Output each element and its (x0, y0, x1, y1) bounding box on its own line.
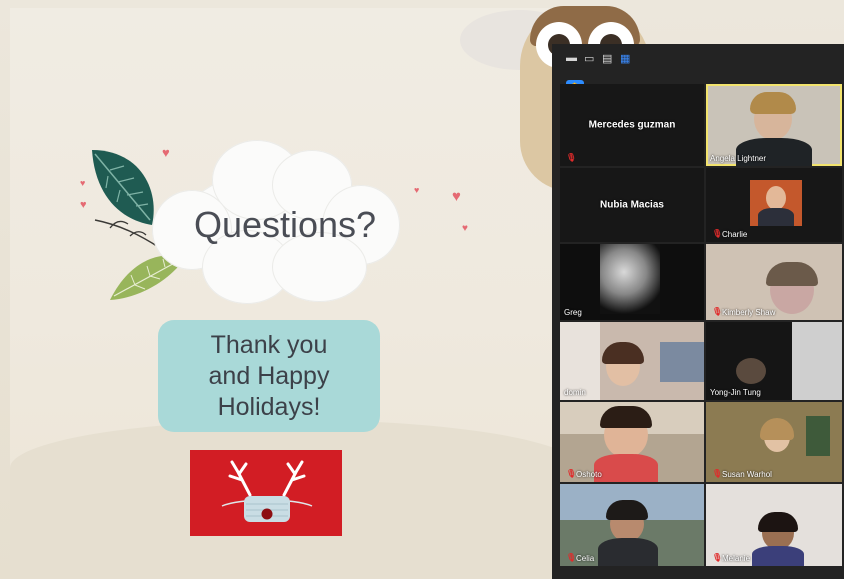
participant-name: domin (564, 388, 586, 397)
participant-name: Melanie (722, 554, 751, 563)
muted-mic-icon: 🎙 (566, 469, 577, 478)
reindeer-mask-icon (221, 460, 313, 522)
questions-heading: Questions? (193, 204, 377, 245)
muted-mic-icon: 🎙 (566, 553, 577, 562)
heart-icon: ♥ (462, 223, 468, 234)
participant-tile[interactable]: 🎙 Susan Warhol (706, 402, 842, 482)
participant-tile[interactable]: Nubia Macias (560, 168, 704, 242)
participant-tile[interactable]: 🎙 Oshoto (560, 402, 704, 482)
muted-mic-icon: 🎙 (566, 153, 577, 162)
participant-name: Charlie (722, 230, 748, 239)
muted-mic-icon: 🎙 (712, 469, 723, 478)
thanks-line: Holidays! (217, 392, 321, 421)
participant-tile[interactable]: domin (560, 322, 704, 400)
participant-tile[interactable]: 🎙 Melanie (706, 484, 842, 566)
participant-name: Kimberly Shaw (722, 308, 776, 317)
heart-icon: ♥ (80, 199, 87, 211)
heart-icon: ♥ (452, 188, 461, 205)
participant-tile[interactable]: 🎙 Charlie (706, 168, 842, 242)
thanks-line: and Happy (208, 361, 330, 390)
participant-name: Susan Warhol (722, 470, 772, 479)
participant-tile[interactable]: 🎙 Celia (560, 484, 704, 566)
grid-view-icon[interactable]: ▦ (620, 52, 630, 65)
thanks-line: Thank you (210, 330, 328, 359)
participant-tile[interactable]: Angela Lightner (706, 84, 842, 166)
minimize-icon[interactable]: ▬ (566, 52, 577, 64)
heart-icon: ♥ (414, 185, 420, 195)
participant-name: Greg (564, 308, 582, 317)
muted-mic-icon: 🎙 (712, 553, 723, 562)
participant-name: Mercedes guzman (588, 119, 676, 131)
speaker-view-icon[interactable]: ▤ (602, 52, 612, 65)
participant-tile[interactable]: Yong-Jin Tung (706, 322, 842, 400)
zoom-gallery-window: ▬ ▭ ▤ ▦ ✋ Mercedes guzman 🎙 Angela Light… (552, 44, 844, 579)
muted-mic-icon: 🎙 (712, 307, 723, 316)
participant-tile[interactable]: Mercedes guzman 🎙 (560, 84, 704, 166)
participant-tile[interactable]: 🎙 Kimberly Shaw (706, 244, 842, 320)
thanks-message: Thank you and Happy Holidays! (158, 320, 380, 432)
reindeer-mask-image (190, 450, 342, 536)
participant-name: Oshoto (576, 470, 602, 479)
heart-icon: ♥ (80, 178, 86, 188)
gallery-view-icon[interactable]: ▭ (584, 52, 594, 65)
participant-name: Nubia Macias (600, 199, 664, 211)
photo-background: ♥ ♥ ♥ ♥ ♥ ♥ Questions? Thank you and Hap… (0, 0, 844, 579)
participant-name: Yong-Jin Tung (710, 388, 761, 397)
zoom-toolbar: ▬ ▭ ▤ ▦ (552, 44, 844, 68)
muted-mic-icon: 🎙 (712, 229, 723, 238)
participant-name: Celia (576, 554, 595, 563)
participant-name: Angela Lightner (710, 154, 767, 163)
participant-tile[interactable]: Greg (560, 244, 704, 320)
